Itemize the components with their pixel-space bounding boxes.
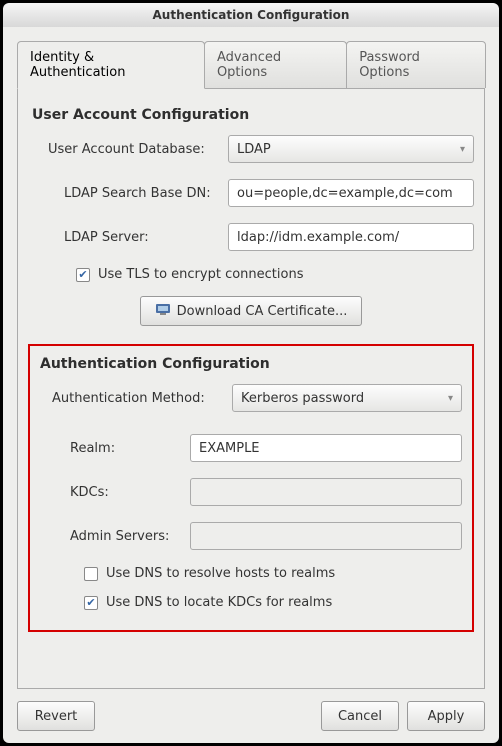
- dns-resolve-label: Use DNS to resolve hosts to realms: [106, 566, 335, 581]
- searchbase-label: LDAP Search Base DN:: [28, 186, 228, 201]
- kdcs-input[interactable]: [190, 478, 462, 506]
- tab-advanced[interactable]: Advanced Options: [204, 41, 347, 88]
- revert-button[interactable]: Revert: [17, 701, 95, 731]
- tab-row: Identity & Authentication Advanced Optio…: [17, 41, 485, 89]
- admin-label: Admin Servers:: [40, 529, 190, 544]
- method-select[interactable]: Kerberos password ▾: [232, 384, 462, 412]
- ldapserver-label: LDAP Server:: [28, 230, 228, 245]
- user-section-title: User Account Configuration: [32, 107, 474, 123]
- chevron-down-icon: ▾: [448, 393, 453, 404]
- tab-password[interactable]: Password Options: [346, 41, 486, 88]
- chevron-down-icon: ▾: [460, 144, 465, 155]
- cancel-button[interactable]: Cancel: [321, 701, 399, 731]
- apply-button[interactable]: Apply: [407, 701, 485, 731]
- database-select[interactable]: LDAP ▾: [228, 135, 474, 163]
- realm-input[interactable]: [190, 434, 462, 462]
- admin-input[interactable]: [190, 522, 462, 550]
- window-titlebar: Authentication Configuration: [3, 3, 499, 27]
- download-icon: [155, 301, 171, 321]
- tls-checkbox[interactable]: [76, 268, 90, 282]
- method-label: Authentication Method:: [40, 391, 232, 406]
- tab-pane: User Account Configuration User Account …: [17, 89, 485, 689]
- window-title: Authentication Configuration: [153, 8, 350, 22]
- kdcs-label: KDCs:: [40, 485, 190, 500]
- dns-locate-label: Use DNS to locate KDCs for realms: [106, 595, 332, 610]
- auth-highlight-box: Authentication Configuration Authenticat…: [28, 344, 474, 632]
- tls-label: Use TLS to encrypt connections: [98, 267, 303, 282]
- searchbase-input[interactable]: [228, 179, 474, 207]
- database-label: User Account Database:: [28, 142, 228, 157]
- dns-resolve-checkbox[interactable]: [84, 567, 98, 581]
- dns-locate-checkbox[interactable]: [84, 596, 98, 610]
- auth-section-title: Authentication Configuration: [40, 356, 462, 372]
- download-ca-button[interactable]: Download CA Certificate...: [140, 296, 363, 326]
- tab-identity[interactable]: Identity & Authentication: [17, 41, 205, 89]
- realm-label: Realm:: [40, 441, 190, 456]
- ldapserver-input[interactable]: [228, 223, 474, 251]
